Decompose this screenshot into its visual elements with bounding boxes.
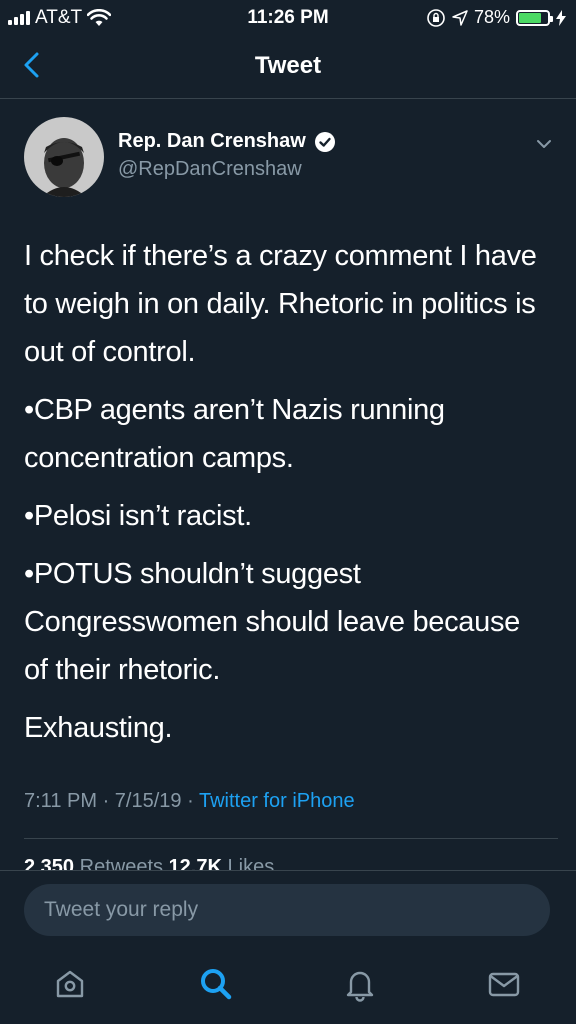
reply-input[interactable]: Tweet your reply [24,884,550,936]
search-icon[interactable] [198,966,234,1002]
battery-icon [516,9,553,26]
charging-icon [556,9,566,26]
divider [24,838,558,839]
tweet-meta: 7:11 PM · 7/15/19 · Twitter for iPhone [24,790,355,813]
tweet-paragraph: •CBP agents aren’t Nazis running concent… [24,394,445,474]
nav-bar: Tweet [0,36,576,99]
tweet-time: 7:11 PM [24,790,97,812]
orientation-lock-icon [427,8,445,27]
tweet-paragraph: Exhausting. [24,712,173,744]
mail-icon[interactable] [486,966,522,1002]
battery-tip [550,15,553,22]
avatar[interactable] [24,117,104,197]
author-handle[interactable]: @RepDanCrenshaw [118,158,302,181]
tweet-paragraph: •POTUS shouldn’t suggest Congresswomen s… [24,558,520,686]
tab-bar [0,952,576,1024]
tweet-paragraph: I check if there’s a crazy comment I hav… [24,240,537,368]
home-icon[interactable] [52,966,88,1002]
status-right: 78% [426,7,566,28]
status-bar: AT&T 11:26 PM 78% [0,0,576,36]
tweet-source-link[interactable]: Twitter for iPhone [199,790,355,812]
page-title: Tweet [254,52,322,79]
location-icon [452,9,468,26]
tweet-paragraph: •Pelosi isn’t racist. [24,500,252,532]
tweet-date: 7/15/19 [114,790,182,812]
tweet-text: I check if there’s a crazy comment I hav… [24,232,544,762]
meta-separator: · [102,790,110,812]
chevron-down-icon[interactable] [534,134,554,154]
battery-level [519,12,541,23]
bell-icon[interactable] [342,966,378,1002]
avatar-image [24,117,104,197]
meta-separator: · [187,790,194,812]
verified-badge-icon [314,131,335,152]
author-name[interactable]: Rep. Dan Crenshaw [118,130,306,153]
author-row: Rep. Dan Crenshaw [118,130,336,153]
battery-percent: 78% [473,7,510,27]
